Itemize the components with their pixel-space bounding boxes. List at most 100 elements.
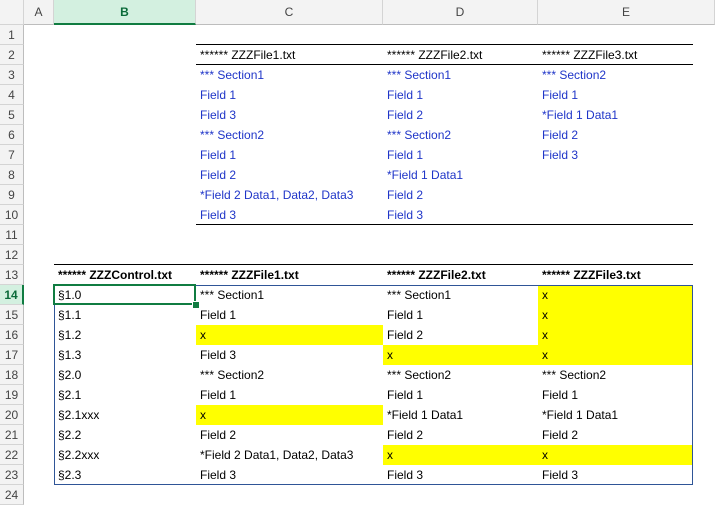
top-table-cell[interactable]: Field 2 — [383, 105, 538, 125]
bottom-table-cell[interactable]: Field 2 — [383, 425, 538, 445]
bottom-table-cell[interactable]: x — [196, 325, 383, 345]
row-header-4[interactable]: 4 — [0, 85, 24, 105]
bottom-table-cell[interactable]: *Field 1 Data1 — [538, 405, 693, 425]
top-table-cell[interactable]: *** Section2 — [538, 65, 693, 85]
top-table-cell[interactable]: *** Section1 — [383, 65, 538, 85]
bottom-table-cell[interactable]: x — [383, 345, 538, 365]
bottom-table-cell[interactable]: *Field 1 Data1 — [383, 405, 538, 425]
bottom-table-cell[interactable]: Field 2 — [383, 325, 538, 345]
row-header-7[interactable]: 7 — [0, 145, 24, 165]
cell-grid[interactable]: ****** ZZZFile1.txt ****** ZZZFile2.txt **… — [24, 25, 715, 508]
row-header-21[interactable]: 21 — [0, 425, 24, 445]
top-table-cell[interactable]: Field 1 — [538, 85, 693, 105]
top-table-cell[interactable]: *** Section1 — [196, 65, 383, 85]
top-table-cell[interactable]: *** Section2 — [383, 125, 538, 145]
row-header-11[interactable]: 11 — [0, 225, 24, 245]
bottom-table-cell[interactable]: *** Section1 — [383, 285, 538, 305]
bottom-table-cell[interactable]: §1.0 — [54, 285, 196, 305]
top-table-header[interactable]: ****** ZZZFile2.txt — [383, 45, 538, 65]
column-header-d[interactable]: D — [383, 0, 538, 25]
bottom-table-cell[interactable]: *Field 2 Data1, Data2, Data3 — [196, 445, 383, 465]
bottom-table-cell[interactable]: x — [383, 445, 538, 465]
top-table-cell[interactable]: Field 3 — [196, 205, 383, 225]
top-table-cell[interactable]: Field 2 — [383, 185, 538, 205]
bottom-table-cell[interactable]: *** Section1 — [196, 285, 383, 305]
spreadsheet[interactable]: ABCDE 1 2 3 4 5 6 7 8 9 10 11 12 13 14 15 16 17 18 19 20 21 2… — [0, 0, 715, 508]
row-header-3[interactable]: 3 — [0, 65, 24, 85]
bottom-table-cell[interactable]: x — [538, 285, 693, 305]
bottom-table-cell[interactable]: §2.0 — [54, 365, 196, 385]
bottom-table-cell[interactable]: Field 1 — [538, 385, 693, 405]
bottom-table-cell[interactable]: x — [538, 305, 693, 325]
bottom-table-cell[interactable]: Field 1 — [196, 385, 383, 405]
column-header-c[interactable]: C — [196, 0, 383, 25]
bottom-table-cell[interactable]: Field 1 — [383, 385, 538, 405]
top-table-header[interactable]: ****** ZZZFile1.txt — [196, 45, 383, 65]
bottom-table-cell[interactable]: *** Section2 — [538, 365, 693, 385]
row-header-2[interactable]: 2 — [0, 45, 24, 65]
bottom-table-cell[interactable]: §2.2xxx — [54, 445, 196, 465]
row-header-1[interactable]: 1 — [0, 25, 24, 45]
bottom-table-cell[interactable]: x — [196, 405, 383, 425]
row-header-24[interactable]: 24 — [0, 485, 24, 505]
bottom-table-cell[interactable]: Field 3 — [538, 465, 693, 485]
row-header-18[interactable]: 18 — [0, 365, 24, 385]
top-table-cell[interactable]: *Field 1 Data1 — [538, 105, 693, 125]
bottom-table-cell[interactable]: Field 3 — [196, 465, 383, 485]
top-table-cell[interactable]: *** Section2 — [196, 125, 383, 145]
row-header-13[interactable]: 13 — [0, 265, 24, 285]
row-header-23[interactable]: 23 — [0, 465, 24, 485]
row-header-12[interactable]: 12 — [0, 245, 24, 265]
bottom-table-cell[interactable]: x — [538, 445, 693, 465]
row-header-5[interactable]: 5 — [0, 105, 24, 125]
bottom-table-header[interactable]: ****** ZZZFile1.txt — [196, 265, 383, 285]
bottom-table-cell[interactable]: §2.1 — [54, 385, 196, 405]
top-table-cell[interactable]: Field 1 — [196, 145, 383, 165]
column-header-a[interactable]: A — [24, 0, 54, 25]
bottom-table-cell[interactable]: §2.2 — [54, 425, 196, 445]
bottom-table-cell[interactable]: Field 2 — [196, 425, 383, 445]
bottom-table-cell[interactable]: Field 1 — [196, 305, 383, 325]
row-header-15[interactable]: 15 — [0, 305, 24, 325]
bottom-table-header[interactable]: ****** ZZZControl.txt — [54, 265, 196, 285]
top-table-cell[interactable]: Field 3 — [538, 145, 693, 165]
bottom-table-cell[interactable]: *** Section2 — [383, 365, 538, 385]
bottom-table-cell[interactable]: Field 3 — [383, 465, 538, 485]
bottom-table-cell[interactable]: §2.1xxx — [54, 405, 196, 425]
top-table-cell[interactable]: *Field 1 Data1 — [383, 165, 538, 185]
bottom-table-cell[interactable]: §1.3 — [54, 345, 196, 365]
select-all-corner[interactable] — [0, 0, 24, 25]
bottom-table-cell[interactable]: Field 2 — [538, 425, 693, 445]
row-header-16[interactable]: 16 — [0, 325, 24, 345]
top-table-cell[interactable]: Field 1 — [383, 85, 538, 105]
row-header-6[interactable]: 6 — [0, 125, 24, 145]
row-header-17[interactable]: 17 — [0, 345, 24, 365]
bottom-table-cell[interactable]: §1.1 — [54, 305, 196, 325]
row-header-22[interactable]: 22 — [0, 445, 24, 465]
top-table-cell[interactable]: Field 3 — [196, 105, 383, 125]
row-header-8[interactable]: 8 — [0, 165, 24, 185]
row-header-14[interactable]: 14 — [0, 285, 24, 305]
row-header-19[interactable]: 19 — [0, 385, 24, 405]
top-table-cell[interactable]: Field 1 — [383, 145, 538, 165]
top-table-cell[interactable]: *Field 2 Data1, Data2, Data3 — [196, 185, 383, 205]
fill-handle[interactable] — [192, 301, 200, 309]
row-header-10[interactable]: 10 — [0, 205, 24, 225]
top-table-cell[interactable]: Field 1 — [196, 85, 383, 105]
column-header-b[interactable]: B — [54, 0, 196, 25]
bottom-table-cell[interactable]: x — [538, 325, 693, 345]
top-table-header[interactable]: ****** ZZZFile3.txt — [538, 45, 693, 65]
top-table-cell[interactable]: Field 3 — [383, 205, 538, 225]
bottom-table-cell[interactable]: *** Section2 — [196, 365, 383, 385]
bottom-table-cell[interactable]: Field 1 — [383, 305, 538, 325]
column-header-e[interactable]: E — [538, 0, 715, 25]
row-header-20[interactable]: 20 — [0, 405, 24, 425]
top-table-cell[interactable]: Field 2 — [538, 125, 693, 145]
bottom-table-cell[interactable]: Field 3 — [196, 345, 383, 365]
row-header-9[interactable]: 9 — [0, 185, 24, 205]
bottom-table-header[interactable]: ****** ZZZFile3.txt — [538, 265, 693, 285]
bottom-table-cell[interactable]: x — [538, 345, 693, 365]
bottom-table-cell[interactable]: §2.3 — [54, 465, 196, 485]
bottom-table-header[interactable]: ****** ZZZFile2.txt — [383, 265, 538, 285]
top-table-cell[interactable]: Field 2 — [196, 165, 383, 185]
